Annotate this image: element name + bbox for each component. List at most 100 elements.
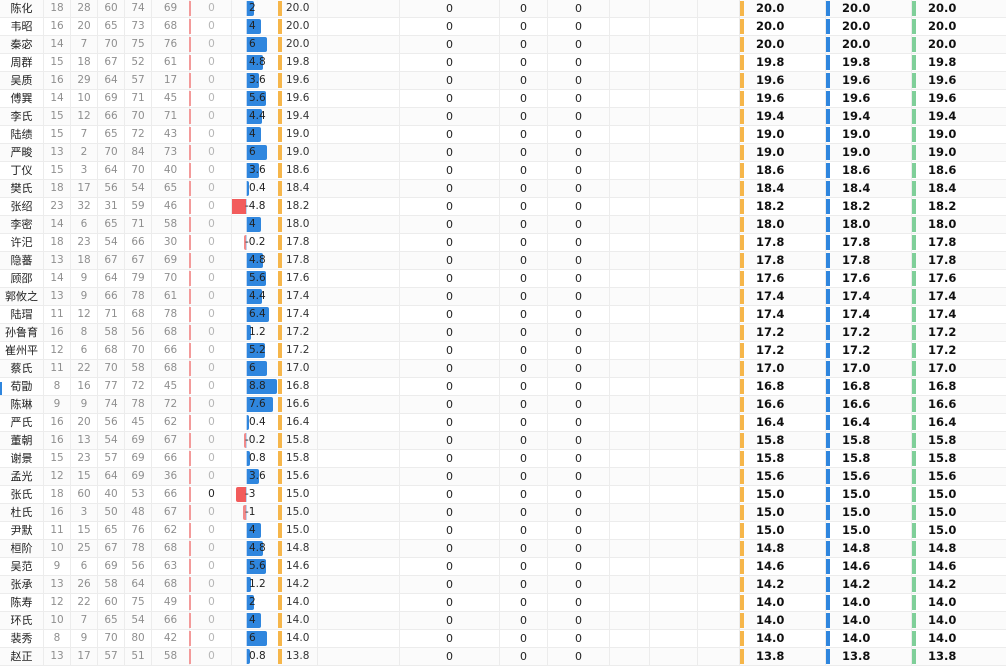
table-row[interactable]: 桓阶 10 25 67 78 68 0 4.8 14.8 0 0 0 14.8 14.8 14.8 [0,540,1006,558]
name-cell[interactable]: 张绍 [0,198,44,215]
name-cell[interactable]: 周群 [0,54,44,71]
empty-cell [610,414,650,431]
table-row[interactable]: 张承 13 26 58 64 68 0 1.2 14.2 0 0 0 14.2 14.2 14.2 [0,576,1006,594]
total-cell: 16.8 [912,378,1006,395]
empty-cell [698,324,740,341]
table-row[interactable]: 吴范 9 6 69 56 63 0 5.6 14.6 0 0 0 14.6 14.6 14.6 [0,558,1006,576]
table-row[interactable]: 孙鲁育 16 8 58 56 68 0 1.2 17.2 0 0 0 17.2 17.2 17.2 [0,324,1006,342]
change-bar-cell: 1.2 [232,576,278,593]
name-cell[interactable]: 尹默 [0,522,44,539]
name-cell[interactable]: 孟光 [0,468,44,485]
total-cell: 17.8 [826,252,912,269]
empty-cell [318,270,400,287]
total-cell: 18.0 [740,216,826,233]
name-cell[interactable]: 秦宓 [0,36,44,53]
name-cell[interactable]: 陈化 [0,0,44,17]
table-row[interactable]: 谢景 15 23 57 69 66 0 0.8 15.8 0 0 0 15.8 15.8 15.8 [0,450,1006,468]
table-row[interactable]: 许汜 18 23 54 66 30 0 -0.2 17.8 0 0 0 17.8 17.8 17.8 [0,234,1006,252]
empty-cell [318,432,400,449]
value-cell: 19.8 [278,54,318,71]
total-value: 20.0 [842,37,871,51]
table-row[interactable]: 顾邵 14 9 64 79 70 0 5.6 17.6 0 0 0 17.6 17.6 17.6 [0,270,1006,288]
table-row[interactable]: 环氏 10 7 65 54 66 0 4 14.0 0 0 0 14.0 14.0 14.0 [0,612,1006,630]
table-row[interactable]: 张氏 18 60 40 53 66 0 -3 15.0 0 0 0 15.0 15.0 15.0 [0,486,1006,504]
name-cell[interactable]: 吴范 [0,558,44,575]
table-row[interactable]: 樊氏 18 17 56 54 65 0 0.4 18.4 0 0 0 18.4 18.4 18.4 [0,180,1006,198]
name-cell[interactable]: 陆瑁 [0,306,44,323]
table-row[interactable]: 崔州平 12 6 68 70 66 0 5.2 17.2 0 0 0 17.2 17.2 17.2 [0,342,1006,360]
table-row[interactable]: 陈化 18 28 60 74 69 0 2 20.0 0 0 0 20.0 20.0 20.0 [0,0,1006,18]
name-cell[interactable]: 隐蕃 [0,252,44,269]
name-cell[interactable]: 桓阶 [0,540,44,557]
name-cell[interactable]: 李密 [0,216,44,233]
table-row[interactable]: 隐蕃 13 18 67 67 69 0 4.8 17.8 0 0 0 17.8 17.8 17.8 [0,252,1006,270]
total-cell: 18.2 [740,198,826,215]
name-cell[interactable]: 裴秀 [0,630,44,647]
table-row[interactable]: 严畯 13 2 70 84 73 0 6 19.0 0 0 0 19.0 19.0 19.0 [0,144,1006,162]
name-cell[interactable]: 吴质 [0,72,44,89]
name-cell[interactable]: 董朝 [0,432,44,449]
name-cell[interactable]: 张氏 [0,486,44,503]
value-text: 20.0 [286,2,310,14]
name-cell[interactable]: 荀勖 [0,378,44,395]
zero-count-cell: 0 [500,486,548,503]
table-row[interactable]: 董朝 16 13 54 69 67 0 -0.2 15.8 0 0 0 15.8 15.8 15.8 [0,432,1006,450]
name-cell[interactable]: 孙鲁育 [0,324,44,341]
stat-cell: 6 [71,342,98,359]
stat-cell: 53 [125,486,152,503]
green-marker [912,307,916,322]
stat-cell: 58 [98,324,125,341]
name-cell[interactable]: 丁仪 [0,162,44,179]
name-cell[interactable]: 李氏 [0,108,44,125]
table-row[interactable]: 吴质 16 29 64 57 17 0 3.6 19.6 0 0 0 19.6 19.6 19.6 [0,72,1006,90]
empty-cell [318,72,400,89]
name-cell[interactable]: 崔州平 [0,342,44,359]
table-row[interactable]: 傅巽 14 10 69 71 45 0 5.6 19.6 0 0 0 19.6 19.6 19.6 [0,90,1006,108]
table-row[interactable]: 陈琳 9 9 74 78 72 0 7.6 16.6 0 0 0 16.6 16.6 16.6 [0,396,1006,414]
table-row[interactable]: 陈寿 12 22 60 75 49 0 2 14.0 0 0 0 14.0 14.0 14.0 [0,594,1006,612]
table-row[interactable]: 陆绩 15 7 65 72 43 0 4 19.0 0 0 0 19.0 19.0 19.0 [0,126,1006,144]
stat-cell: 61 [152,288,190,305]
orange-marker [278,451,282,466]
table-row[interactable]: 赵正 13 17 57 51 58 0 0.8 13.8 0 0 0 13.8 13.8 13.8 [0,648,1006,666]
table-row[interactable]: 陆瑁 11 12 71 68 78 0 6.4 17.4 0 0 0 17.4 17.4 17.4 [0,306,1006,324]
table-row[interactable]: 周群 15 18 67 52 61 0 4.8 19.8 0 0 0 19.8 19.8 19.8 [0,54,1006,72]
table-row[interactable]: 杜氏 16 3 50 48 67 0 -1 15.0 0 0 0 15.0 15.0 15.0 [0,504,1006,522]
name-cell[interactable]: 杜氏 [0,504,44,521]
table-row[interactable]: 李密 14 6 65 71 58 0 4 18.0 0 0 0 18.0 18.0 18.0 [0,216,1006,234]
table-row[interactable]: 丁仪 15 3 64 70 40 0 3.6 18.6 0 0 0 18.6 18.6 18.6 [0,162,1006,180]
table-row[interactable]: 张绍 23 32 31 59 46 0 -4.8 18.2 0 0 0 18.2 18.2 18.2 [0,198,1006,216]
orange-marker [278,109,282,124]
name-cell[interactable]: 韦昭 [0,18,44,35]
name-cell[interactable]: 张承 [0,576,44,593]
table-row[interactable]: 郭攸之 13 9 66 78 61 0 4.4 17.4 0 0 0 17.4 17.4 17.4 [0,288,1006,306]
table-row[interactable]: 韦昭 16 20 65 73 68 0 4 20.0 0 0 0 20.0 20.0 20.0 [0,18,1006,36]
value-text: 17.6 [286,272,310,284]
table-row[interactable]: 蔡氏 11 22 70 58 68 0 6 17.0 0 0 0 17.0 17.0 17.0 [0,360,1006,378]
table-row[interactable]: 尹默 11 15 65 76 62 0 4 15.0 0 0 0 15.0 15.0 15.0 [0,522,1006,540]
empty-cell [698,342,740,359]
table-row[interactable]: 秦宓 14 7 70 75 76 0 6 20.0 0 0 0 20.0 20.0 20.0 [0,36,1006,54]
table-row[interactable]: 荀勖 8 16 77 72 45 0 8.8 16.8 0 0 0 16.8 16.8 16.8 [0,378,1006,396]
name-cell[interactable]: 陈琳 [0,396,44,413]
name-cell[interactable]: 陆绩 [0,126,44,143]
name-cell[interactable]: 谢景 [0,450,44,467]
name-cell[interactable]: 严氏 [0,414,44,431]
zero-count-cell: 0 [548,72,610,89]
stat-cell: 67 [98,54,125,71]
name-cell[interactable]: 蔡氏 [0,360,44,377]
table-row[interactable]: 裴秀 8 9 70 80 42 0 6 14.0 0 0 0 14.0 14.0 14.0 [0,630,1006,648]
name-cell[interactable]: 严畯 [0,144,44,161]
name-cell[interactable]: 赵正 [0,648,44,665]
name-cell[interactable]: 樊氏 [0,180,44,197]
name-cell[interactable]: 顾邵 [0,270,44,287]
name-cell[interactable]: 郭攸之 [0,288,44,305]
table-row[interactable]: 李氏 15 12 66 70 71 0 4.4 19.4 0 0 0 19.4 19.4 19.4 [0,108,1006,126]
table-row[interactable]: 孟光 12 15 64 69 36 0 3.6 15.6 0 0 0 15.6 15.6 15.6 [0,468,1006,486]
name-cell[interactable]: 陈寿 [0,594,44,611]
name-cell[interactable]: 许汜 [0,234,44,251]
stat-cell: 2 [71,144,98,161]
table-row[interactable]: 严氏 16 20 56 45 62 0 0.4 16.4 0 0 0 16.4 16.4 16.4 [0,414,1006,432]
name-cell[interactable]: 环氏 [0,612,44,629]
name-cell[interactable]: 傅巽 [0,90,44,107]
